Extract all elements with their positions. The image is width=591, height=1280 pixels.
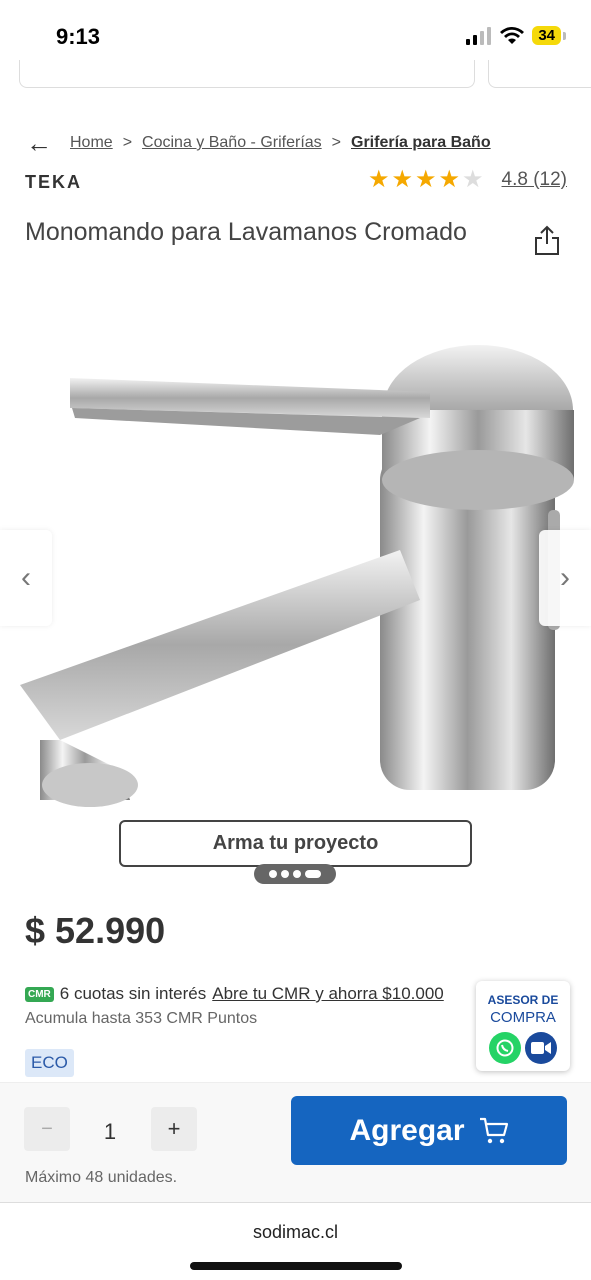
url-bar[interactable]: sodimac.cl [0,1222,591,1243]
product-brand[interactable]: TEKA [25,172,82,193]
status-time: 9:13 [56,24,101,49]
star-empty-icon: ★ [462,166,484,193]
breadcrumb-cocina-bano[interactable]: Cocina y Baño - Griferías [142,134,322,152]
cart-panel: − 1 + Agregar Máximo 48 unidades. [0,1082,591,1202]
gallery-prev-button[interactable]: ‹ [0,530,52,626]
quantity-value[interactable]: 1 [88,1119,132,1145]
cmr-open-link[interactable]: Abre tu CMR y ahorra $10.000 [212,984,444,1004]
eco-badge: ECO [25,1049,74,1077]
star-full-icon: ★ [414,166,437,193]
gallery-dot[interactable] [269,870,277,878]
gallery-dot[interactable] [281,870,289,878]
add-to-cart-button[interactable]: Agregar [291,1096,567,1165]
gallery-next-button[interactable]: › [539,530,591,626]
cmr-offer: CMR 6 cuotas sin interés Abre tu CMR y a… [25,984,444,1004]
video-call-icon[interactable] [525,1032,557,1064]
breadcrumb-separator: > [331,134,341,151]
chevron-left-icon: ‹ [21,561,31,594]
top-card-left[interactable] [19,60,475,88]
advisor-icons [476,1032,570,1064]
breadcrumb-griferia-bano[interactable]: Grifería para Baño [351,134,491,152]
gallery-dot-active[interactable] [305,870,321,878]
purchase-advisor-widget[interactable]: ASESOR DE COMPRA [476,981,570,1071]
max-units-note: Máximo 48 unidades. [25,1169,178,1186]
star-full-icon: ★ [367,166,390,193]
product-rating[interactable]: ★ ★ ★ ★ ★ 4.8 (12) [368,168,567,192]
cellular-signal-icon [466,26,492,45]
advisor-label-line2: COMPRA [490,1009,556,1026]
status-icons: 34 [466,26,566,45]
star-full-icon: ★ [438,166,460,193]
product-gallery[interactable]: ‹ › [0,300,591,820]
faucet-image [20,345,574,807]
back-arrow-icon[interactable]: ← [26,130,52,156]
add-to-cart-label: Agregar [349,1113,465,1147]
gallery-pagination[interactable] [254,864,336,884]
cmr-installments: 6 cuotas sin interés [59,984,207,1003]
product-title: Monomando para Lavamanos Cromado [25,218,467,246]
breadcrumb: ← Home > Cocina y Baño - Griferías > Gri… [26,130,491,156]
wifi-icon [500,26,525,44]
cart-icon [479,1117,508,1143]
build-project-button[interactable]: Arma tu proyecto [119,820,472,867]
rating-text[interactable]: 4.8 (12) [502,169,567,191]
breadcrumb-separator: > [122,134,133,151]
top-cards [0,60,591,90]
advisor-label-line1: ASESOR DE [487,993,559,1007]
battery-icon: 34 [532,26,566,45]
quantity-decrease-button[interactable]: − [24,1107,70,1151]
chevron-right-icon: › [560,561,570,594]
whatsapp-icon[interactable] [489,1032,521,1064]
browser-footer: sodimac.cl [0,1202,591,1280]
home-indicator[interactable] [190,1262,402,1270]
star-full-icon: ★ [391,166,413,193]
share-icon[interactable] [533,224,561,256]
gallery-dot[interactable] [293,870,301,878]
product-price: $ 52.990 [25,910,166,951]
top-card-right[interactable] [488,60,591,88]
cmr-badge-icon: CMR [25,986,54,1002]
cmr-points: Acumula hasta 353 CMR Puntos [25,1010,258,1027]
breadcrumb-home[interactable]: Home [70,134,113,152]
quantity-increase-button[interactable]: + [151,1107,197,1151]
